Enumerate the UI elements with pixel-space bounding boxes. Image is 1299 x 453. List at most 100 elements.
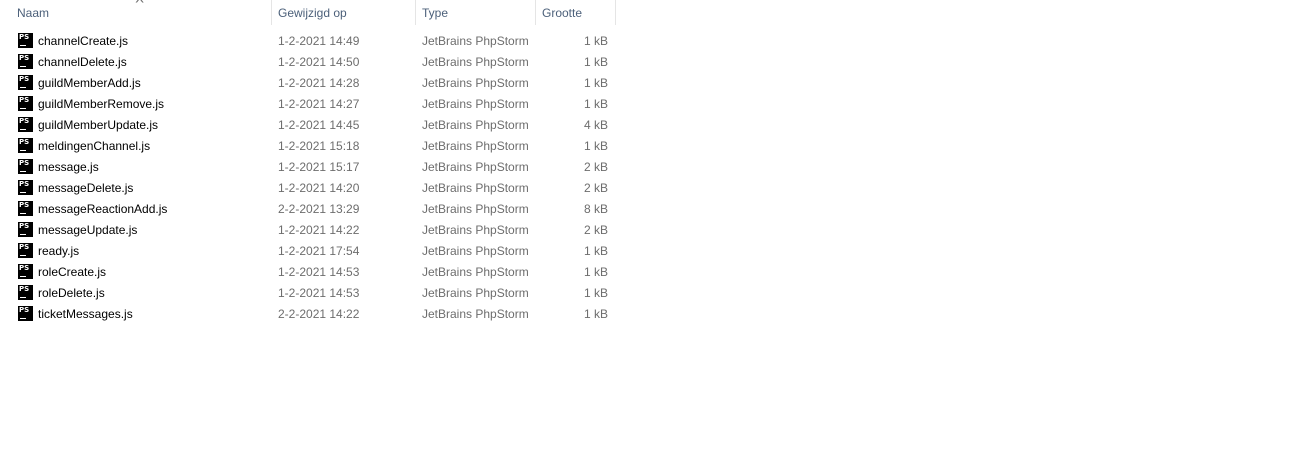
file-size: 4 kB <box>583 118 608 132</box>
file-modified: 1-2-2021 14:53 <box>278 265 360 279</box>
column-header-size[interactable]: Grootte <box>536 0 616 25</box>
phpstorm-icon-bar <box>20 192 26 193</box>
phpstorm-icon-bar <box>20 87 26 88</box>
file-name: roleDelete.js <box>38 286 105 300</box>
phpstorm-icon-text: PS <box>19 159 30 167</box>
phpstorm-file-icon: PS <box>18 285 33 300</box>
phpstorm-icon-text: PS <box>19 180 30 188</box>
file-modified: 1-2-2021 15:18 <box>278 139 360 153</box>
file-name: ready.js <box>38 244 80 258</box>
phpstorm-icon-bar <box>20 318 26 319</box>
phpstorm-icon-bar <box>20 171 26 172</box>
file-size: 1 kB <box>583 97 608 111</box>
file-modified: 1-2-2021 17:54 <box>278 244 360 258</box>
file-row[interactable]: PS channelDelete.js 1-2-2021 14:50 JetBrain… <box>0 52 620 73</box>
file-type: JetBrains PhpStorm <box>422 160 529 174</box>
file-size: 1 kB <box>583 286 608 300</box>
file-size: 1 kB <box>583 139 608 153</box>
file-type: JetBrains PhpStorm <box>422 307 529 321</box>
file-modified: 2-2-2021 13:29 <box>278 202 360 216</box>
file-size: 1 kB <box>583 34 608 48</box>
file-row[interactable]: PS messageDelete.js 1-2-2021 14:20 JetBrain… <box>0 178 620 199</box>
phpstorm-icon-bar <box>20 108 26 109</box>
phpstorm-icon-bar <box>20 297 26 298</box>
chevron-up-icon: ^ <box>135 0 144 9</box>
file-type: JetBrains PhpStorm <box>422 286 529 300</box>
phpstorm-icon-text: PS <box>19 96 30 104</box>
file-name: ticketMessages.js <box>38 307 133 321</box>
phpstorm-icon-bar <box>20 150 26 151</box>
file-modified: 2-2-2021 14:22 <box>278 307 360 321</box>
file-name: channelCreate.js <box>38 34 129 48</box>
phpstorm-icon-text: PS <box>19 33 30 41</box>
file-row[interactable]: PS guildMemberRemove.js 1-2-2021 14:27 JetB… <box>0 94 620 115</box>
file-name: messageDelete.js <box>38 181 134 195</box>
file-size: 2 kB <box>583 160 608 174</box>
phpstorm-file-icon: PS <box>18 222 33 237</box>
file-name: guildMemberUpdate.js <box>38 118 159 132</box>
file-type: JetBrains PhpStorm <box>422 97 529 111</box>
file-row[interactable]: PS message.js 1-2-2021 15:17 JetBrains PhpS… <box>0 157 620 178</box>
column-header-type[interactable]: Type <box>416 0 536 25</box>
file-row[interactable]: PS roleDelete.js 1-2-2021 14:53 JetBrains P… <box>0 283 620 304</box>
file-size: 8 kB <box>583 202 608 216</box>
phpstorm-file-icon: PS <box>18 117 33 132</box>
file-row[interactable]: PS meldingenChannel.js 1-2-2021 15:18 JetBr… <box>0 136 620 157</box>
phpstorm-icon-text: PS <box>19 54 30 62</box>
file-row[interactable]: PS channelCreate.js 1-2-2021 14:49 JetBrain… <box>0 31 620 52</box>
file-rows: PS channelCreate.js 1-2-2021 14:49 JetBrain… <box>0 31 620 325</box>
phpstorm-icon-text: PS <box>19 201 30 209</box>
file-name: roleCreate.js <box>38 265 107 279</box>
file-row[interactable]: PS ready.js 1-2-2021 17:54 JetBrains PhpSto… <box>0 241 620 262</box>
phpstorm-file-icon: PS <box>18 33 33 48</box>
file-modified: 1-2-2021 14:53 <box>278 286 360 300</box>
phpstorm-icon-text: PS <box>19 222 30 230</box>
phpstorm-icon-bar <box>20 213 26 214</box>
file-modified: 1-2-2021 14:50 <box>278 55 360 69</box>
file-row[interactable]: PS roleCreate.js 1-2-2021 14:53 JetBrains P… <box>0 262 620 283</box>
file-row[interactable]: PS messageUpdate.js 1-2-2021 14:22 JetBrain… <box>0 220 620 241</box>
file-name: messageReactionAdd.js <box>38 202 168 216</box>
column-header-modified[interactable]: Gewijzigd op <box>272 0 416 25</box>
column-header-bar: Naam Gewijzigd op Type Grootte ^ <box>0 0 620 25</box>
phpstorm-file-icon: PS <box>18 201 33 216</box>
phpstorm-icon-bar <box>20 66 26 67</box>
file-size: 1 kB <box>583 307 608 321</box>
file-row[interactable]: PS guildMemberAdd.js 1-2-2021 14:28 JetBrai… <box>0 73 620 94</box>
phpstorm-icon-text: PS <box>19 285 30 293</box>
phpstorm-icon-bar <box>20 45 26 46</box>
file-modified: 1-2-2021 15:17 <box>278 160 360 174</box>
file-type: JetBrains PhpStorm <box>422 118 529 132</box>
phpstorm-icon-text: PS <box>19 306 30 314</box>
file-type: JetBrains PhpStorm <box>422 265 529 279</box>
file-modified: 1-2-2021 14:45 <box>278 118 360 132</box>
file-modified: 1-2-2021 14:28 <box>278 76 360 90</box>
file-modified: 1-2-2021 14:49 <box>278 34 360 48</box>
file-type: JetBrains PhpStorm <box>422 34 529 48</box>
phpstorm-icon-bar <box>20 276 26 277</box>
file-size: 1 kB <box>583 76 608 90</box>
phpstorm-file-icon: PS <box>18 96 33 111</box>
file-list-view: Naam Gewijzigd op Type Grootte ^ PS chann… <box>0 0 1299 453</box>
phpstorm-file-icon: PS <box>18 159 33 174</box>
phpstorm-file-icon: PS <box>18 180 33 195</box>
file-type: JetBrains PhpStorm <box>422 244 529 258</box>
file-row[interactable]: PS ticketMessages.js 2-2-2021 14:22 JetBrai… <box>0 304 620 325</box>
file-size: 1 kB <box>583 55 608 69</box>
phpstorm-icon-text: PS <box>19 117 30 125</box>
file-size: 1 kB <box>583 265 608 279</box>
phpstorm-icon-bar <box>20 129 26 130</box>
file-size: 1 kB <box>583 244 608 258</box>
file-row[interactable]: PS messageReactionAdd.js 2-2-2021 13:29 Jet… <box>0 199 620 220</box>
file-type: JetBrains PhpStorm <box>422 55 529 69</box>
file-modified: 1-2-2021 14:22 <box>278 223 360 237</box>
file-type: JetBrains PhpStorm <box>422 76 529 90</box>
file-name: messageUpdate.js <box>38 223 138 237</box>
file-row[interactable]: PS guildMemberUpdate.js 1-2-2021 14:45 JetB… <box>0 115 620 136</box>
file-type: JetBrains PhpStorm <box>422 223 529 237</box>
phpstorm-file-icon: PS <box>18 264 33 279</box>
phpstorm-icon-text: PS <box>19 243 30 251</box>
phpstorm-file-icon: PS <box>18 54 33 69</box>
phpstorm-icon-text: PS <box>19 75 30 83</box>
phpstorm-file-icon: PS <box>18 75 33 90</box>
